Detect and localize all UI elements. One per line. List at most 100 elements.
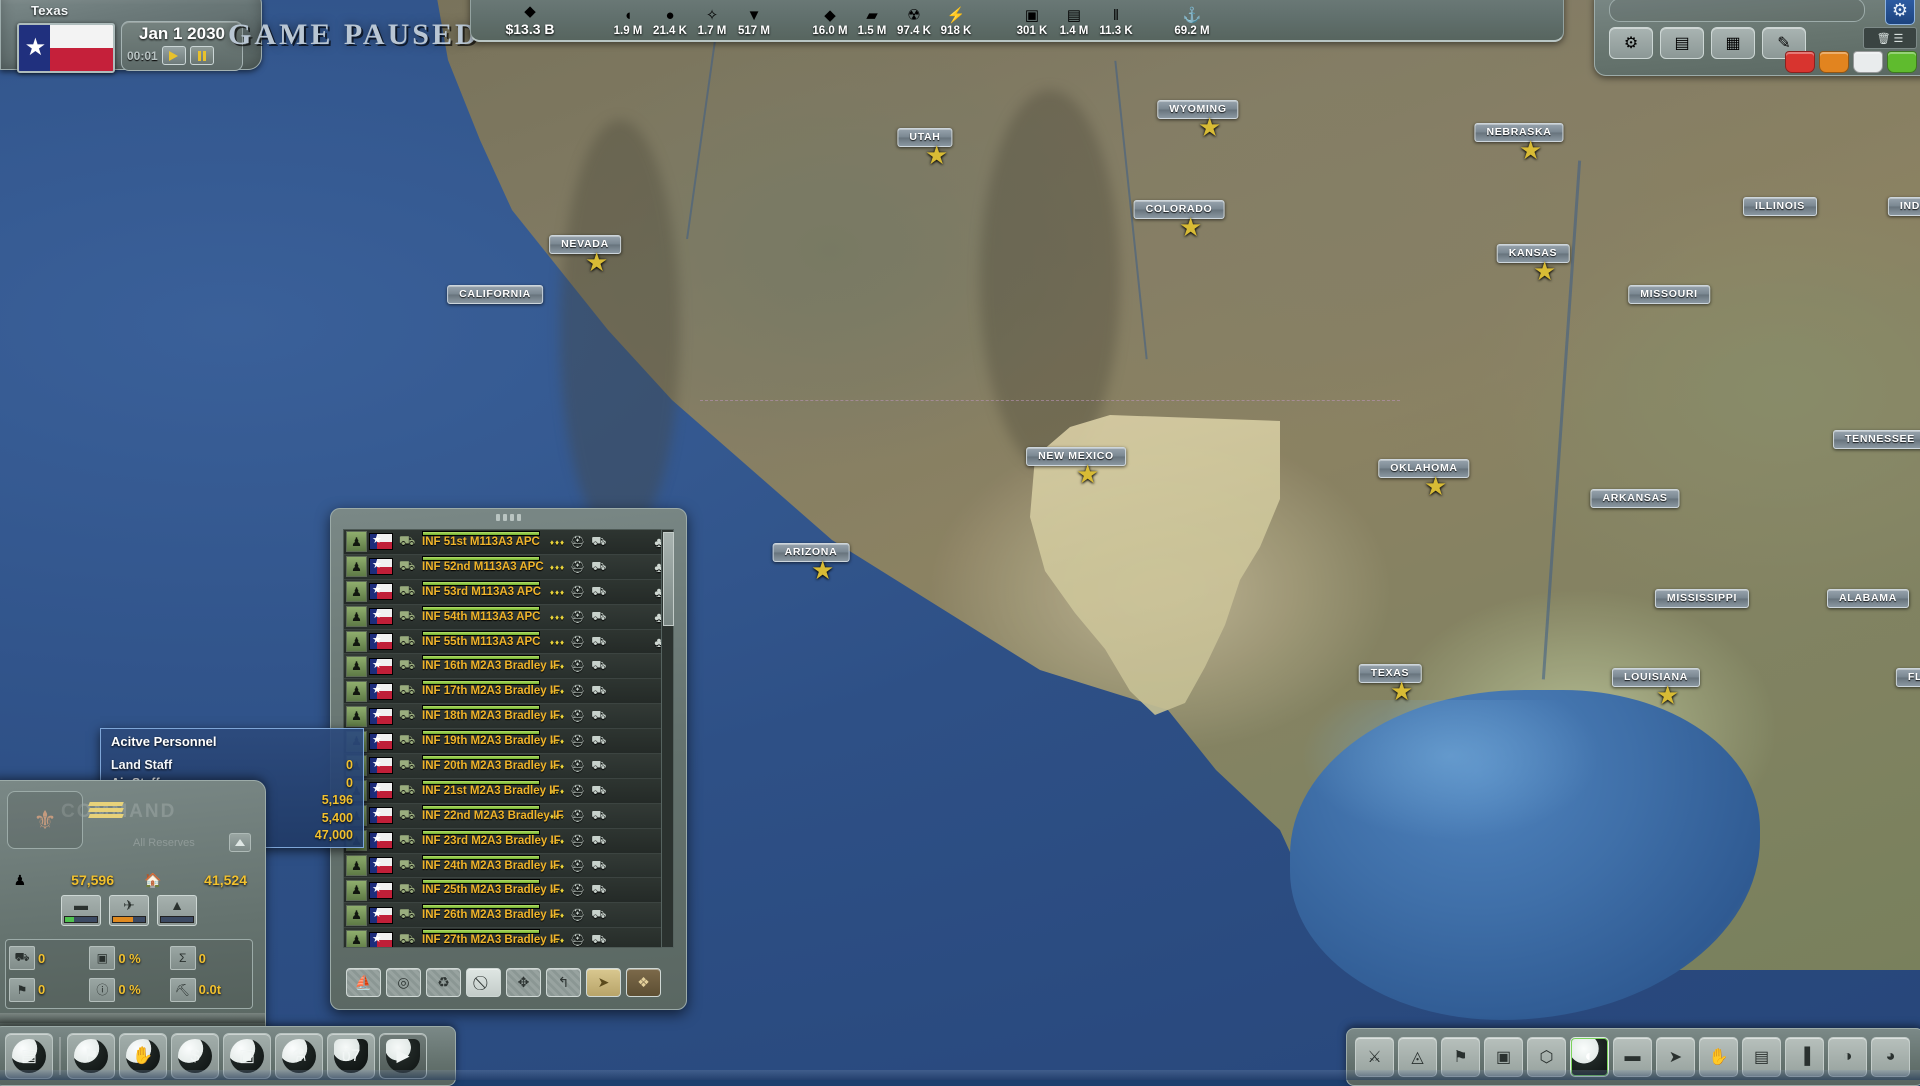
state-label-missouri[interactable]: MISSOURI [1628,285,1710,304]
resource-merchant-marine[interactable]: ⚓ 69.2 M [1171,6,1213,37]
state-label-illinois[interactable]: ILLINOIS [1743,197,1817,216]
manpower-stat[interactable]: Σ0 [169,943,249,974]
unit-row[interactable]: ♟ ★ ⛟ INF 52nd M113A3 APC ♦ ♦ ♦ ⛑ ⛟ ♣ [344,554,672,580]
unit-row[interactable]: ♟★⛟INF 19th M2A3 Bradley IF♦♦♦⛑⛟ [344,729,672,755]
tab-white[interactable] [1853,51,1883,73]
scrollbar-thumb[interactable] [663,532,674,626]
target-button[interactable]: ◎ [386,967,421,997]
tab-green[interactable] [1887,51,1917,73]
unit-row[interactable]: ♟★⛟INF 21st M2A3 Bradley IF♦♦♦⛑⛟ [344,778,672,804]
unit-row[interactable]: ♟ ★ ⛟ INF 27th M2A3 Bradley IF ♦ ♦ ♦ ⛑ ⛟ [344,928,672,947]
flag-star-icon: ★ [24,34,47,61]
state-label-mississippi[interactable]: MISSISSIPPI [1654,589,1750,608]
tab-orange[interactable] [1819,51,1849,73]
unit-row[interactable]: ♟ ★ ⛟ INF 24th M2A3 Bradley IF ♦ ♦ ♦ ⛑ ⛟ [344,853,672,879]
continental-shelf [1300,700,1600,840]
resource-agriculture[interactable]: ◖ 1.9 M [607,6,649,37]
unit-row[interactable]: ♟ ★ ⛟ INF 51st M113A3 APC ♦ ♦ ♦ ⛑ ⛟ ♣ [344,530,672,555]
unit-name-label: INF 21st M2A3 Bradley IF [422,784,560,797]
unit-row[interactable]: ♟ ★ ⛟ INF 18th M2A3 Bradley IF ♦ ♦ ♦ ⛑ ⛟ [344,704,672,730]
panel-drag-handle[interactable] [485,511,533,523]
unit-row[interactable]: ♟★⛟INF 22nd M2A3 Bradley IF♦♦♦⛑⛟ [344,803,672,829]
map-book-icon: ▤ [12,1039,46,1073]
resource-petroleum[interactable]: ▼ 517 M [733,6,775,37]
navy-force[interactable]: ▲ [157,895,197,926]
expand-up-button[interactable] [229,833,251,852]
resource-timber[interactable]: ✧ 1.7 M [691,6,733,37]
resource-military-goods[interactable]: ‖ 11.3 K [1095,6,1137,37]
game-paused-banner: GAME PAUSED [228,18,480,51]
unit-row[interactable]: ♟★⛟INF 20th M2A3 Bradley IF♦♦♦⛑⛟ [344,754,672,779]
state-label-nevada[interactable]: NEVADA★ [549,235,621,275]
tonnage-stat[interactable]: ⛏ 0.0t [169,975,249,1006]
army-force[interactable]: ▬ [61,895,101,926]
state-label-alabama[interactable]: ALABAMA [1827,589,1909,608]
calendar-button[interactable]: ▦ [1711,27,1755,59]
settings-gear-icon[interactable]: ⚙ [1885,0,1915,25]
state-label-kansas[interactable]: KANSAS★ [1496,244,1570,284]
tank-icon: ⛟ [591,533,607,548]
unit-row[interactable]: ♟ ★ ⛟ INF 16th M2A3 Bradley IF ♦ ♦ ♦ ⛑ ⛟ [344,654,672,680]
unit-row[interactable]: ♟ ★ ⛟ INF 53rd M113A3 APC ♦ ♦ ♦ ⛑ ⛟ ♣ [344,579,672,605]
state-label-utah[interactable]: UTAH★ [897,128,953,168]
transport-button[interactable]: ⛵ [346,967,381,997]
trash-list-button[interactable]: 🗑 ☰ [1863,27,1917,49]
morale-stat[interactable]: ⚑ 0 [9,975,88,1006]
state-label-colorado[interactable]: COLORADO★ [1133,200,1225,240]
state-label-tennessee[interactable]: TENNESSEE [1833,430,1920,449]
state-label-arkansas[interactable]: ARKANSAS [1590,489,1680,508]
air-force[interactable]: ✈ [109,895,149,926]
unit-list[interactable]: ♟ ★ ⛟ INF 51st M113A3 APC ♦ ♦ ♦ ⛑ ⛟ ♣ ♟ ★ ⛟ INF 52nd … [343,529,673,948]
crate-icon: ▣ [230,1039,264,1073]
notification-slot[interactable] [1609,0,1865,22]
resource-iron-ore[interactable]: ▰ 1.5 M [851,6,893,37]
unit-row[interactable]: ♟ ★ ⛟ INF 25th M2A3 Bradley IF ♦ ♦ ♦ ⛑ ⛟ [344,878,672,904]
state-label-california[interactable]: CALIFORNIA [447,285,543,304]
artillery-button[interactable]: ❖ [626,967,661,997]
production-stat[interactable]: ▣ 0 % [89,943,168,974]
state-label-new-mexico[interactable]: NEW MEXICO★ [1026,447,1126,487]
country-flag[interactable]: ★ [17,23,115,73]
supply-stat[interactable]: ⛟ 0 [9,943,88,974]
helmet-icon: ⛑ [570,758,586,773]
resource-consumer-goods[interactable]: ▣ 301 K [1011,6,1053,37]
unit-name-label: INF 52nd M113A3 APC [422,560,544,573]
unit-row[interactable]: ♟ ★ ⛟ INF 54th M113A3 APC ♦ ♦ ♦ ⛑ ⛟ ♣ [344,604,672,630]
force-branch-group: ▬ ✈ ▲ [61,895,197,926]
resource-treasury[interactable]: ◆ $13.3 B [487,2,573,37]
resource-coal[interactable]: ◆ 16.0 M [809,6,851,37]
state-label-louisiana[interactable]: LOUISIANA★ [1611,668,1701,708]
disband-button[interactable]: ♻ [426,967,461,997]
game-map[interactable]: WYOMING★ UTAH★ NEBRASKA★ COLORADO★ ILLINOIS I… [0,0,1920,1080]
promote-button[interactable]: ➤ [586,967,621,997]
move-button[interactable]: ↰ [546,967,581,997]
resource-industrial-goods[interactable]: ▤ 1.4 M [1053,6,1095,37]
resource-rubber[interactable]: ● 21.4 K [649,6,691,37]
unit-list-panel[interactable]: ♟ ★ ⛟ INF 51st M113A3 APC ♦ ♦ ♦ ⛑ ⛟ ♣ ♟ ★ ⛟ INF 52nd … [330,508,687,1010]
state-label-ind[interactable]: IND [1887,197,1920,216]
unit-status-icons: ⛑ ⛟ [570,584,646,600]
unit-row[interactable]: ♟★⛟INF 23rd M2A3 Bradley IF♦♦♦⛑⛟ [344,828,672,854]
state-label-arizona[interactable]: ARIZONA★ [772,543,850,583]
report-button[interactable]: ▤ [1660,27,1704,59]
play-button[interactable] [161,46,186,65]
unit-list-scrollbar[interactable] [661,529,674,948]
cancel-orders-button[interactable]: ⃠ [466,967,501,997]
readiness-stat[interactable]: ⓘ 0 % [89,975,168,1006]
pause-button[interactable] [189,46,214,65]
map-pin-icon: ⚑ [1453,1049,1468,1066]
unit-row[interactable]: ♟ ★ ⛟ INF 17th M2A3 Bradley IF ♦ ♦ ♦ ⛑ ⛟ [344,679,672,705]
state-label-nebraska[interactable]: NEBRASKA★ [1474,123,1564,163]
resource-uranium[interactable]: ☢ 97.4 K [893,6,935,37]
state-label-wyoming[interactable]: WYOMING★ [1157,100,1239,140]
state-label-oklahoma[interactable]: OKLAHOMA★ [1378,459,1470,499]
unit-row[interactable]: ♟ ★ ⛟ INF 26th M2A3 Bradley IF ♦ ♦ ♦ ⛑ ⛟ [344,903,672,929]
resource-electricity[interactable]: ⚡ 918 K [935,6,977,37]
split-button[interactable]: ✥ [506,967,541,997]
tab-red[interactable] [1785,51,1815,73]
state-label-texas[interactable]: TEXAS★ [1358,664,1422,704]
state-label-fl[interactable]: FL [1895,668,1920,687]
unit-row[interactable]: ♟ ★ ⛟ INF 55th M113A3 APC ♦ ♦ ♦ ⛑ ⛟ ♣ [344,629,672,655]
oil-drop-icon: ▼ [746,7,762,24]
gear-button[interactable]: ⚙ [1609,27,1653,59]
